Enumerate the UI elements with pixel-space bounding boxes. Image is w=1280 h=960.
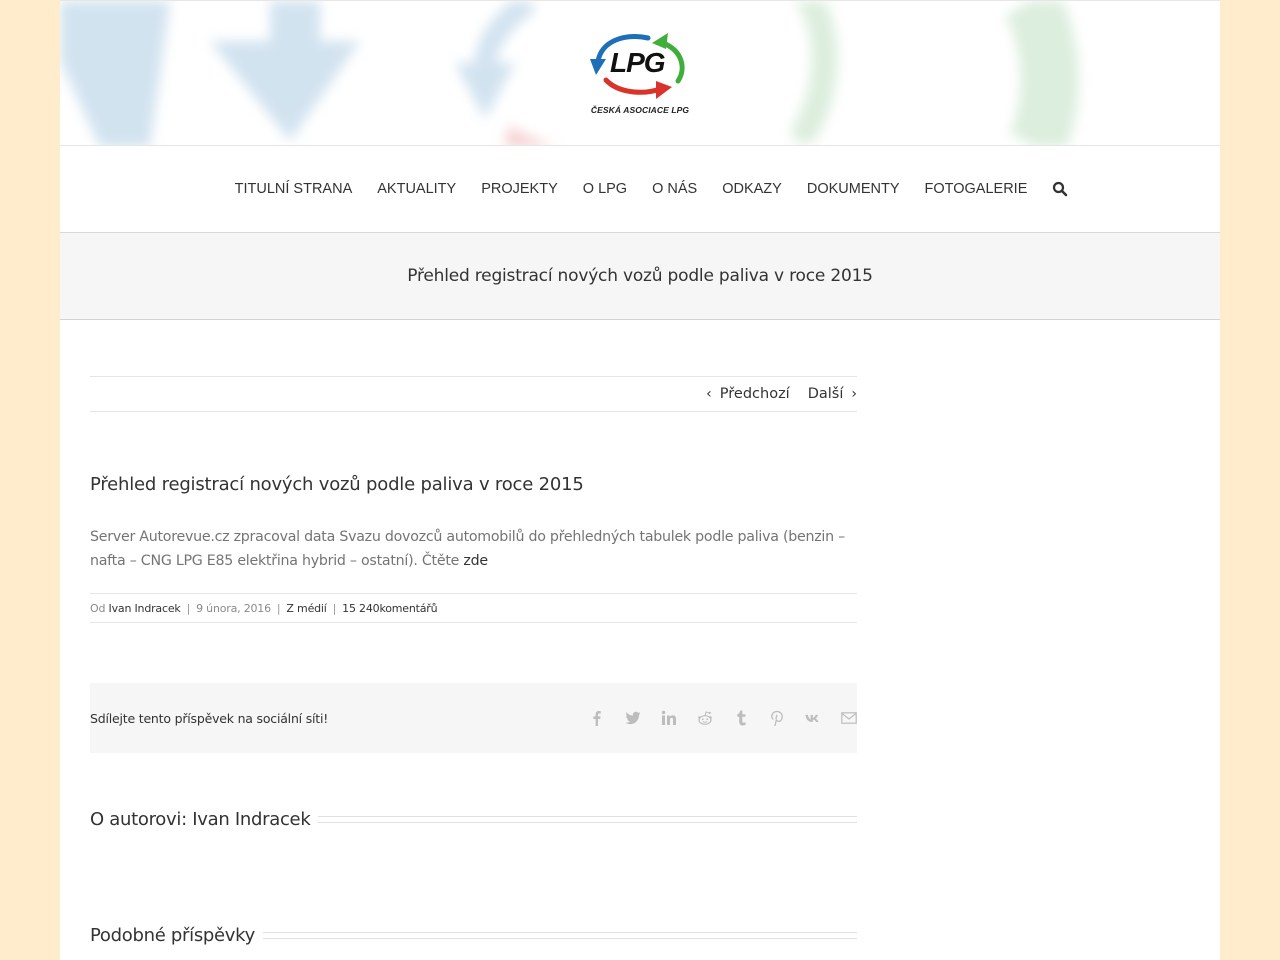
twitter-icon[interactable] — [625, 710, 641, 726]
next-post-label: Další — [807, 386, 844, 402]
post-navigation: ‹ Předchozí Další › — [90, 376, 857, 412]
heading-divider — [318, 816, 857, 823]
chevron-left-icon: ‹ — [706, 386, 712, 402]
search-icon[interactable] — [1052, 181, 1068, 197]
page-title: Přehled registrací nových vozů podle pal… — [407, 266, 873, 286]
post-meta: Od Ivan Indracek | 9 února, 2016 | Z méd… — [90, 593, 857, 623]
share-icons — [569, 710, 857, 726]
author-section-heading: O autorovi: Ivan Indracek — [90, 809, 857, 830]
related-posts-heading: Podobné příspěvky — [90, 925, 857, 946]
meta-separator: | — [332, 601, 337, 615]
post-content: ‹ Předchozí Další › Přehled registrací n… — [90, 376, 857, 946]
vk-icon[interactable] — [805, 710, 821, 726]
nav-item-titulni-strana[interactable]: TITULNÍ STRANA — [235, 181, 353, 197]
meta-separator: | — [186, 601, 191, 615]
nav-item-dokumenty[interactable]: DOKUMENTY — [807, 181, 900, 197]
nav-item-odkazy[interactable]: ODKAZY — [722, 181, 782, 197]
heading-divider — [263, 932, 857, 939]
comments-link[interactable]: 15 240komentářů — [342, 602, 437, 615]
nav-item-fotogalerie[interactable]: FOTOGALERIE — [925, 181, 1028, 197]
next-post-link[interactable]: Další › — [808, 386, 857, 402]
previous-post-label: Předchozí — [719, 386, 790, 402]
category-link[interactable]: Z médií — [286, 602, 326, 615]
reddit-icon[interactable] — [697, 710, 713, 726]
nav-item-o-nas[interactable]: O NÁS — [652, 181, 697, 197]
post-body: Server Autorevue.cz zpracoval data Svazu… — [90, 525, 857, 573]
page-title-bar: Přehled registrací nových vozů podle pal… — [60, 233, 1220, 320]
nav-item-projekty[interactable]: PROJEKTY — [481, 181, 558, 197]
site-logo[interactable]: LPG ČESKÁ ASOCIACE LPG — [588, 29, 692, 119]
meta-by-prefix: Od — [90, 601, 106, 615]
author-link[interactable]: Ivan Indracek — [109, 602, 181, 615]
nav-item-aktuality[interactable]: AKTUALITY — [377, 181, 456, 197]
facebook-icon[interactable] — [589, 710, 605, 726]
logo-subtitle: ČESKÁ ASOCIACE LPG — [590, 105, 690, 115]
related-posts-title: Podobné příspěvky — [90, 925, 255, 946]
site-header: LPG ČESKÁ ASOCIACE LPG — [60, 0, 1220, 146]
tumblr-icon[interactable] — [733, 710, 749, 726]
email-icon[interactable] — [841, 710, 857, 726]
author-section-title: O autorovi: Ivan Indracek — [90, 809, 311, 830]
pinterest-icon[interactable] — [769, 710, 785, 726]
post-title: Přehled registrací nových vozů podle pal… — [90, 474, 584, 495]
linkedin-icon[interactable] — [661, 710, 677, 726]
nav-item-o-lpg[interactable]: O LPG — [583, 181, 627, 197]
logo-wordmark: LPG — [610, 47, 666, 78]
share-text: Sdílejte tento příspěvek na sociální sít… — [90, 710, 329, 726]
chevron-right-icon: › — [851, 386, 857, 402]
read-more-link[interactable]: zde — [463, 553, 488, 569]
share-box: Sdílejte tento příspěvek na sociální sít… — [90, 683, 857, 753]
meta-separator: | — [276, 601, 281, 615]
main-navigation: TITULNÍ STRANA AKTUALITY PROJEKTY O LPG … — [60, 146, 1220, 233]
post-date: 9 února, 2016 — [196, 601, 271, 615]
previous-post-link[interactable]: ‹ Předchozí — [706, 386, 790, 402]
page-wrapper: LPG ČESKÁ ASOCIACE LPG TITULNÍ STRANA AK… — [60, 0, 1220, 960]
